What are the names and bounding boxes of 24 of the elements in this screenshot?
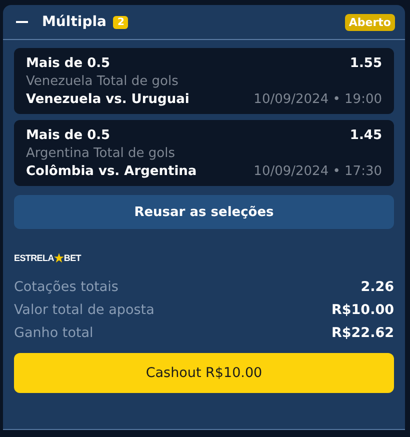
star-icon xyxy=(54,253,64,263)
market-name: Mais de 0.5 xyxy=(26,56,110,71)
market-description: Argentina Total de gols xyxy=(26,146,176,161)
brand-text: ESTRELA xyxy=(14,253,54,263)
summary-value: R$22.62 xyxy=(332,324,394,340)
match-datetime: 10/09/2024 • 19:00 xyxy=(254,92,382,107)
brand-text: BET xyxy=(64,253,82,263)
selection-count: 2 xyxy=(113,16,128,28)
odds: 1.55 xyxy=(350,56,382,71)
cashout-button[interactable]: Cashout R$10.00 xyxy=(14,353,394,393)
match-datetime: 10/09/2024 • 17:30 xyxy=(254,164,382,179)
summary-label: Ganho total xyxy=(14,324,94,340)
summary-label: Cotações totais xyxy=(14,278,118,294)
summary-value: 2.26 xyxy=(360,278,394,294)
market-name: Mais de 0.5 xyxy=(26,128,110,143)
reuse-selections-button[interactable]: Reusar as seleções xyxy=(14,195,394,229)
summary-label: Valor total de aposta xyxy=(14,302,154,318)
status-badge: Aberto xyxy=(344,14,395,30)
match-name: Colômbia vs. Argentina xyxy=(26,164,197,179)
match-name: Venezuela vs. Uruguai xyxy=(26,92,190,107)
odds: 1.45 xyxy=(350,128,382,143)
summary-value: R$10.00 xyxy=(332,302,394,318)
market-description: Venezuela Total de gols xyxy=(26,74,178,89)
bet-title: Múltipla xyxy=(42,14,106,30)
